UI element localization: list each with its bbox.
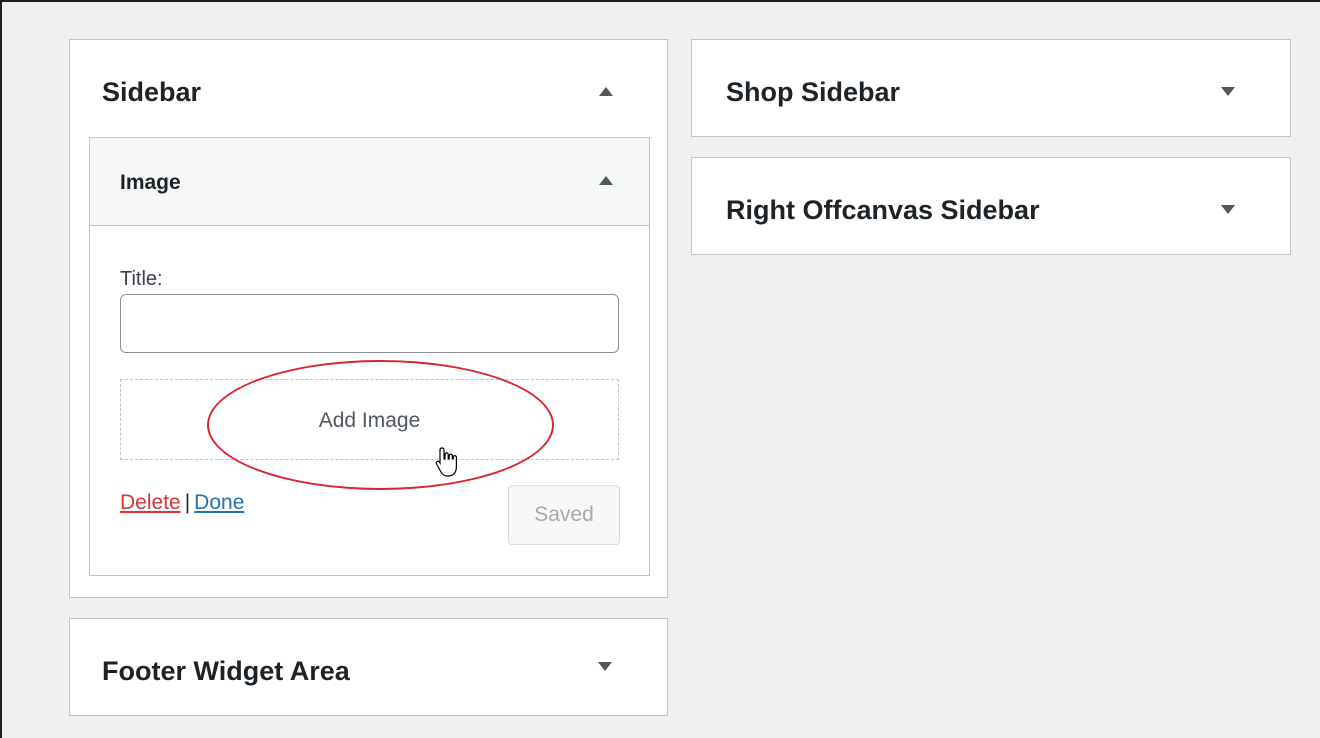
title-input[interactable] [120,294,619,353]
widget-area-shop-sidebar[interactable]: Shop Sidebar [691,39,1291,137]
delete-link[interactable]: Delete [120,491,181,514]
add-image-dropzone[interactable]: Add Image [120,379,619,460]
shop-sidebar-title: Shop Sidebar [726,77,901,107]
image-widget: Image Title: Add Image Delete | Done Saved [89,137,650,576]
title-label: Title: [120,268,163,290]
link-separator: | [184,491,191,514]
expand-arrow-icon[interactable] [598,662,612,671]
sidebar-title[interactable]: Sidebar [102,77,201,108]
widget-collapse-arrow-icon[interactable] [599,176,613,185]
collapse-arrow-icon[interactable] [599,87,613,96]
widget-actions: Delete | Done [120,491,244,515]
hand-pointer-icon [435,447,457,477]
expand-arrow-icon[interactable] [1221,205,1235,214]
saved-button[interactable]: Saved [508,485,620,545]
footer-widget-area-title: Footer Widget Area [102,656,350,686]
add-image-button[interactable]: Add Image [121,380,618,459]
image-widget-title: Image [120,171,181,194]
done-link[interactable]: Done [194,491,244,514]
image-widget-header[interactable]: Image [90,138,649,226]
right-offcanvas-sidebar-title: Right Offcanvas Sidebar [726,195,1040,225]
widget-area-sidebar: Sidebar Image Title: Add Image Delete | Do… [69,39,668,598]
widget-area-right-offcanvas-sidebar[interactable]: Right Offcanvas Sidebar [691,157,1291,255]
expand-arrow-icon[interactable] [1221,87,1235,96]
widget-area-footer[interactable]: Footer Widget Area [69,618,668,716]
